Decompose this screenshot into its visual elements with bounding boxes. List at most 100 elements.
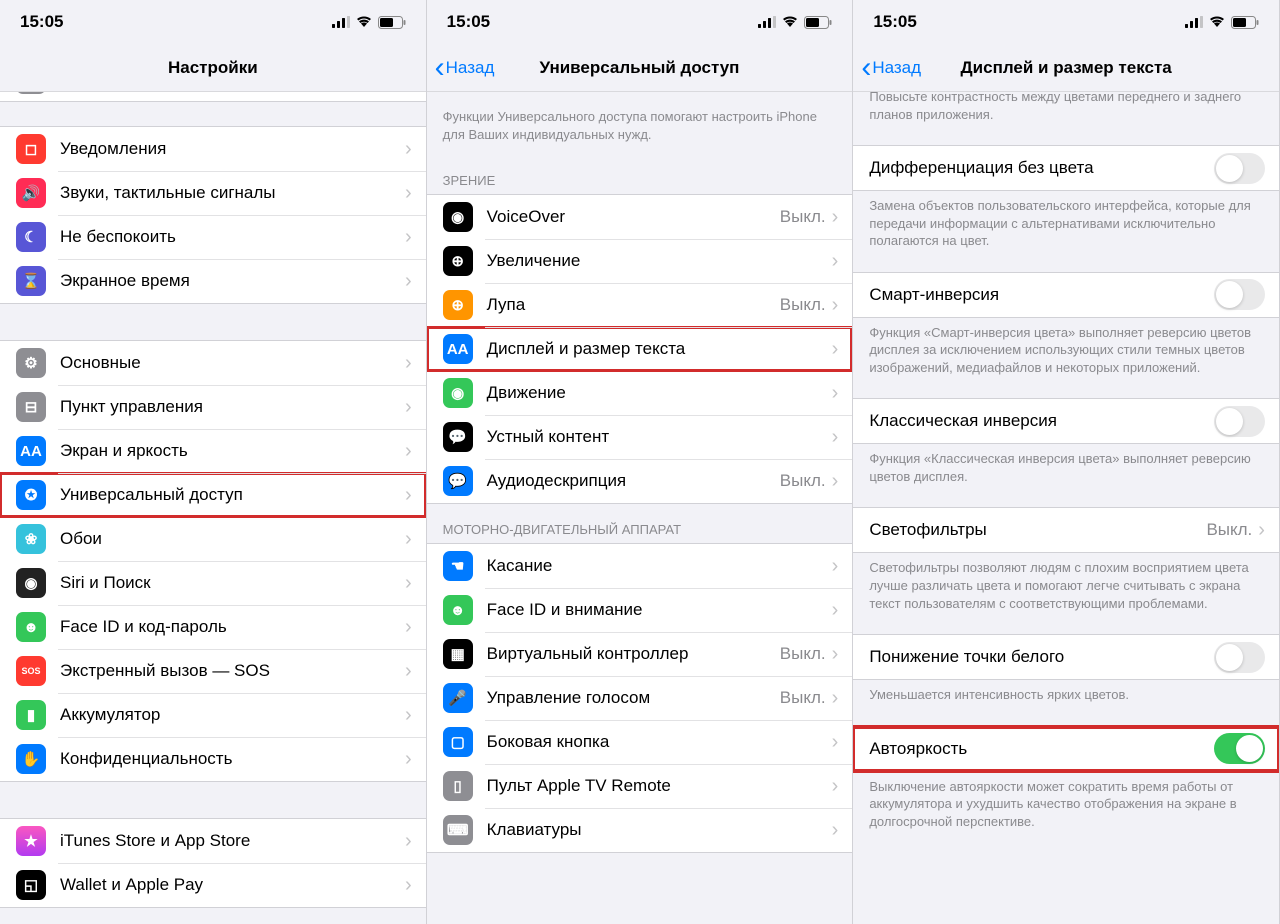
status-indicators [758, 16, 832, 29]
table-row[interactable]: ❀Обои [0, 517, 426, 561]
signal-icon [758, 16, 776, 28]
row-icon: ⊕ [443, 290, 473, 320]
row-icon: ▦ [443, 639, 473, 669]
table-row[interactable]: ⊟ Пункт управления [0, 385, 426, 429]
chevron-right-icon [832, 687, 839, 710]
section-footer: Функция «Смарт-инверсия цвета» выполняет… [853, 318, 1279, 389]
chevron-right-icon [405, 748, 412, 771]
row-icon: ◻︎ [16, 134, 46, 164]
table-row[interactable]: ◱Wallet и Apple Pay [0, 863, 426, 907]
toggle-switch[interactable] [1214, 279, 1265, 310]
chevron-right-icon [405, 572, 412, 595]
nav-title: Дисплей и размер текста [961, 58, 1172, 78]
table-row[interactable]: Классическая инверсия [853, 399, 1279, 443]
toggle-switch[interactable] [1214, 406, 1265, 437]
chevron-right-icon [832, 338, 839, 361]
table-row[interactable]: СветофильтрыВыкл. [853, 508, 1279, 552]
status-indicators [332, 16, 406, 29]
table-row[interactable]: ✋Конфиденциальность [0, 737, 426, 781]
table-row[interactable]: AAДисплей и размер текста [427, 327, 853, 371]
section-footer: Замена объектов пользовательского интерф… [853, 191, 1279, 262]
row-label: Смарт-инверсия [869, 285, 1214, 305]
row-group [0, 92, 426, 102]
table-row[interactable]: Дифференциация без цвета [853, 146, 1279, 190]
table-row[interactable]: ☾Не беспокоить [0, 215, 426, 259]
row-icon: AA [16, 436, 46, 466]
status-time: 15:05 [20, 12, 63, 32]
row-group: ◉VoiceOverВыкл.⊕Увеличение⊕ЛупаВыкл.AAДи… [427, 194, 853, 504]
table-row[interactable]: SOSЭкстренный вызов — SOS [0, 649, 426, 693]
signal-icon [332, 16, 350, 28]
table-row[interactable]: ⌨Клавиатуры [427, 808, 853, 852]
table-row[interactable]: ▯Пульт Apple TV Remote [427, 764, 853, 808]
row-icon: ▢ [443, 727, 473, 757]
table-row[interactable]: ◉Движение [427, 371, 853, 415]
table-row[interactable]: ◉VoiceOverВыкл. [427, 195, 853, 239]
battery-icon [378, 16, 406, 29]
table-row[interactable]: 💬АудиодескрипцияВыкл. [427, 459, 853, 503]
row-group: Понижение точки белого [853, 634, 1279, 680]
table-row[interactable]: ▮Аккумулятор [0, 693, 426, 737]
toggle-switch[interactable] [1214, 642, 1265, 673]
table-row[interactable]: AAЭкран и яркость [0, 429, 426, 473]
chevron-right-icon [832, 731, 839, 754]
chevron-right-icon [405, 830, 412, 853]
row-icon: 🎤 [443, 683, 473, 713]
row-icon: ◉ [443, 378, 473, 408]
table-row[interactable]: 💬Устный контент [427, 415, 853, 459]
table-row[interactable]: ⊕Увеличение [427, 239, 853, 283]
table-row[interactable]: ⌛Экранное время [0, 259, 426, 303]
row-label: Аудиодескрипция [487, 471, 780, 491]
section-footer: Светофильтры позволяют людям с плохим во… [853, 553, 1279, 624]
table-row[interactable]: ◉ Siri и Поиск [0, 561, 426, 605]
back-button[interactable]: Назад [861, 58, 921, 78]
table-row[interactable]: ▢ Боковая кнопка [427, 720, 853, 764]
row-icon: ☻ [443, 595, 473, 625]
row-label: Face ID и код-пароль [60, 617, 405, 637]
table-row[interactable]: Автояркость [853, 727, 1279, 771]
toggle-switch[interactable] [1214, 153, 1265, 184]
row-group: Автояркость [853, 726, 1279, 772]
back-button[interactable]: Назад [435, 58, 495, 78]
table-row[interactable]: 🔊Звуки, тактильные сигналы [0, 171, 426, 215]
table-row[interactable]: ☻Face ID и внимание [427, 588, 853, 632]
row-icon: ☻ [16, 612, 46, 642]
intro-text: Функции Универсального доступа помогают … [427, 92, 853, 155]
section-footer: Уменьшается интенсивность ярких цветов. [853, 680, 1279, 716]
row-icon: AA [443, 334, 473, 364]
content[interactable]: Функции Универсального доступа помогают … [427, 92, 853, 924]
table-row[interactable]: 🎤Управление голосомВыкл. [427, 676, 853, 720]
toggle-switch[interactable] [1214, 733, 1265, 764]
table-row[interactable]: ◻︎ Уведомления [0, 127, 426, 171]
status-indicators [1185, 16, 1259, 29]
accessibility-panel: 15:05 Назад Универсальный доступ Функции… [427, 0, 854, 924]
table-row[interactable]: ⊕ЛупаВыкл. [427, 283, 853, 327]
table-row[interactable] [0, 92, 426, 101]
row-icon: ⊟ [16, 392, 46, 422]
table-row[interactable]: ▦Виртуальный контроллерВыкл. [427, 632, 853, 676]
row-icon: ◉ [16, 568, 46, 598]
status-time: 15:05 [447, 12, 490, 32]
signal-icon [1185, 16, 1203, 28]
content[interactable]: Повысьте контрастность между цветами пер… [853, 92, 1279, 924]
table-row[interactable]: ☚Касание [427, 544, 853, 588]
table-row[interactable]: ⚙Основные [0, 341, 426, 385]
row-label: Пункт управления [60, 397, 405, 417]
table-row[interactable]: ★iTunes Store и App Store [0, 819, 426, 863]
row-label: Касание [487, 556, 832, 576]
chevron-right-icon [405, 528, 412, 551]
content[interactable]: ◻︎ Уведомления 🔊Звуки, тактильные сигналы☾… [0, 92, 426, 924]
table-row[interactable]: Смарт-инверсия [853, 273, 1279, 317]
row-label: Боковая кнопка [487, 732, 832, 752]
row-value: Выкл. [1206, 520, 1252, 540]
chevron-right-icon [832, 294, 839, 317]
table-row[interactable]: Понижение точки белого [853, 635, 1279, 679]
table-row[interactable]: ✪Универсальный доступ [0, 473, 426, 517]
row-label: Виртуальный контроллер [487, 644, 780, 664]
section-header-motor: МОТОРНО-ДВИГАТЕЛЬНЫЙ АППАРАТ [427, 504, 853, 543]
row-label: Siri и Поиск [60, 573, 405, 593]
row-group: Классическая инверсия [853, 398, 1279, 444]
row-label: Уведомления [60, 139, 405, 159]
table-row[interactable]: ☻ Face ID и код-пароль [0, 605, 426, 649]
chevron-right-icon [405, 874, 412, 897]
